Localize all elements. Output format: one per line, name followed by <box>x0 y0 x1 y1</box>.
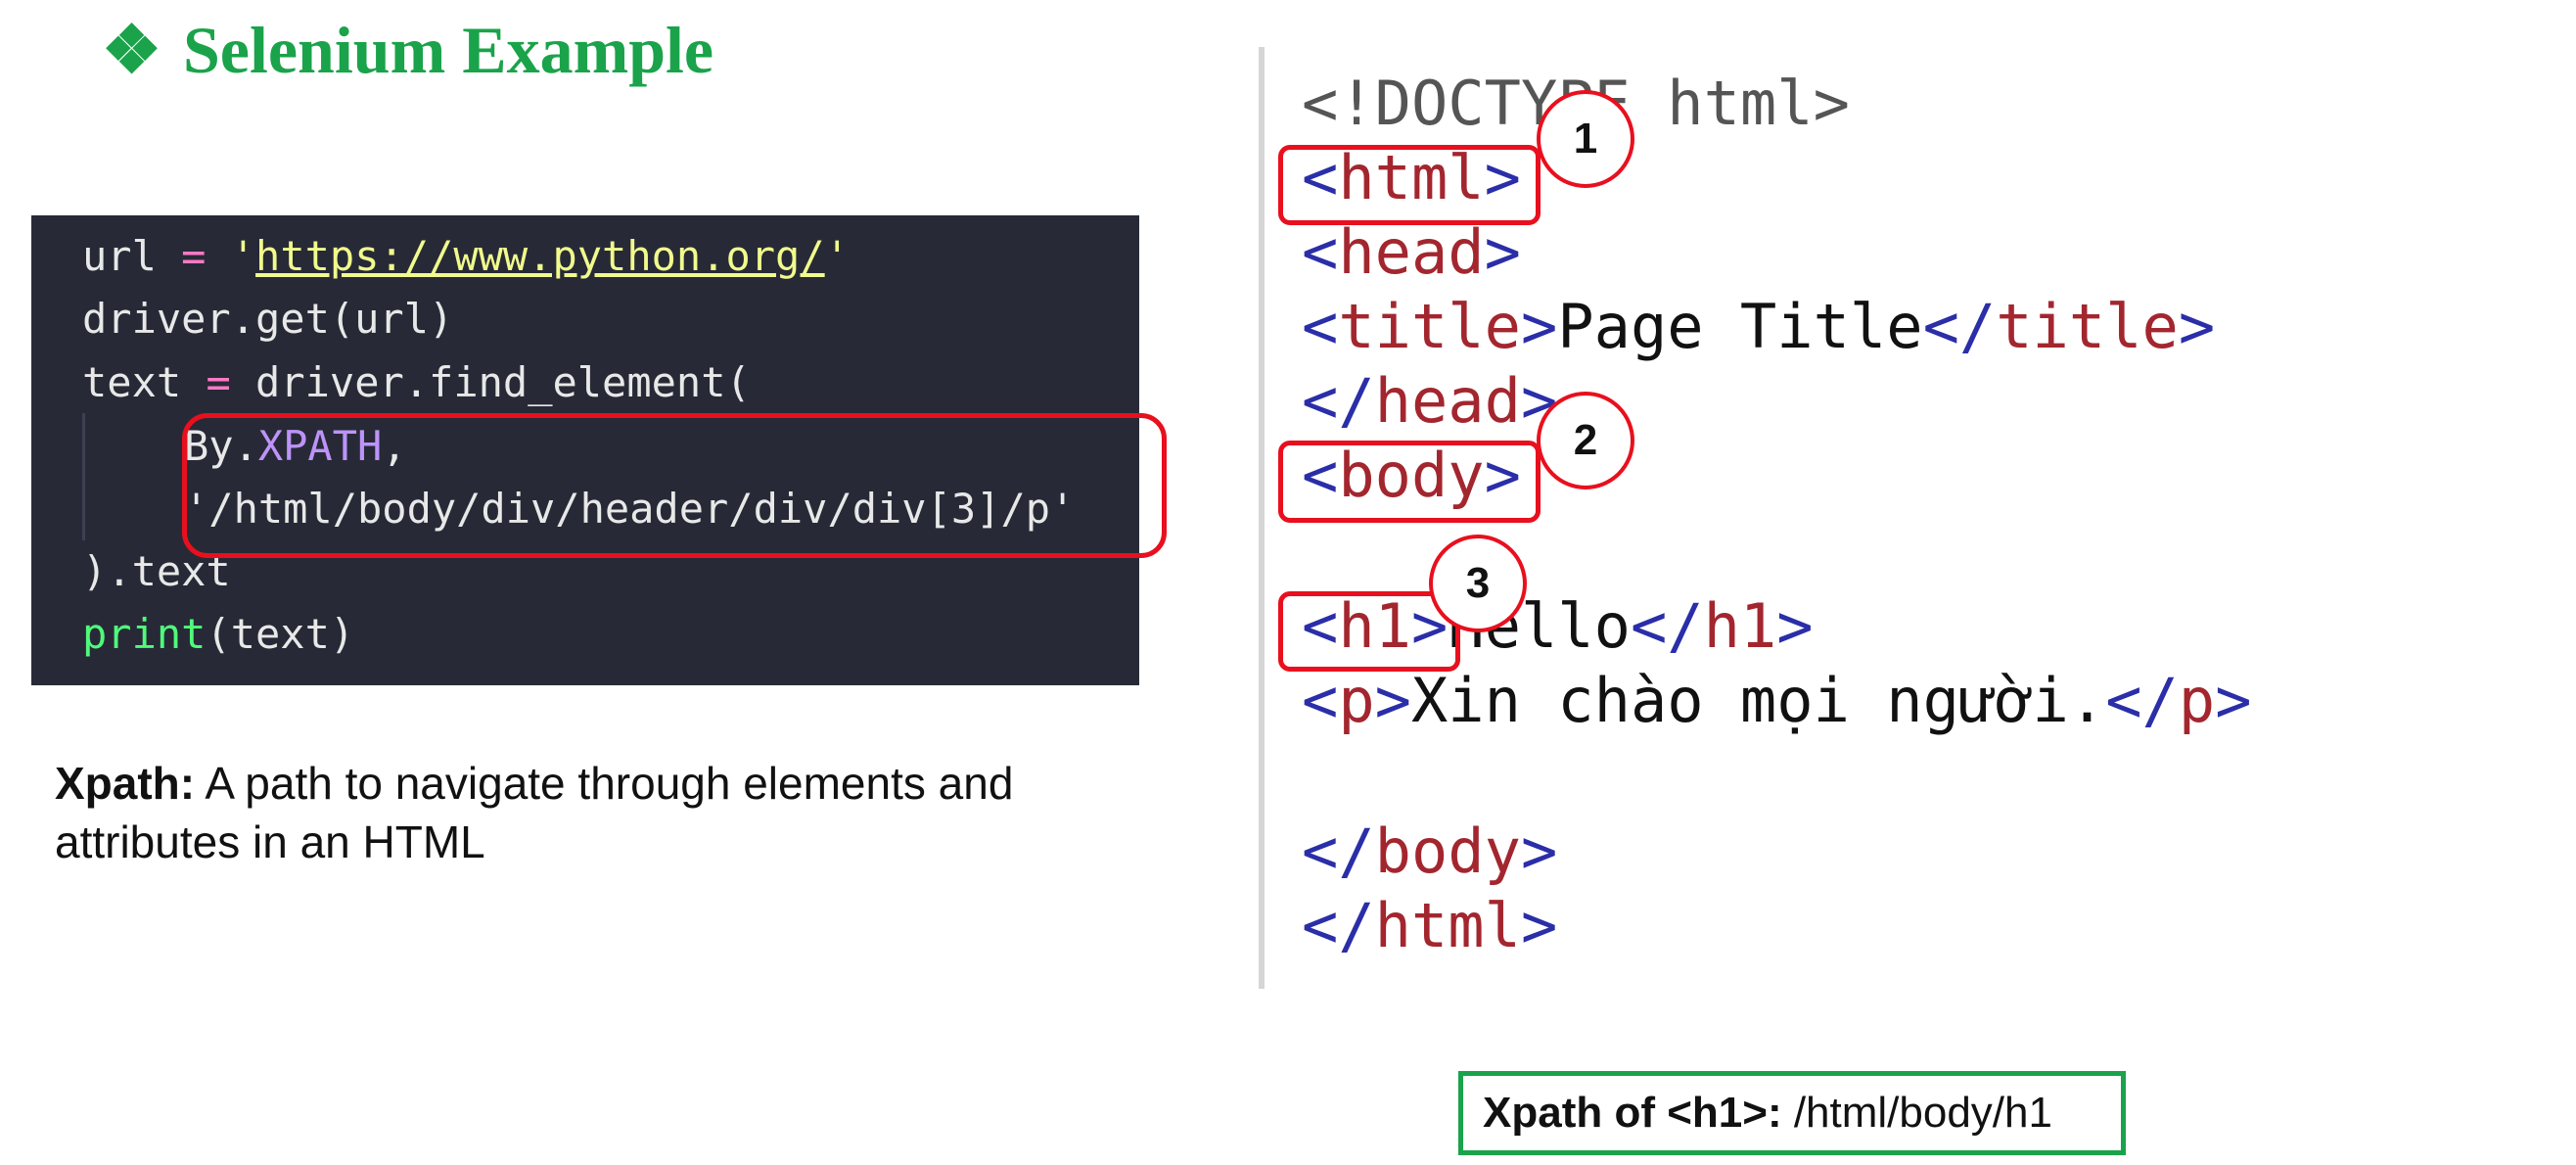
marker-2: 2 <box>1537 392 1634 489</box>
source-p-line: <p>Xin chào mọi người.</p> <box>1302 665 2252 736</box>
source-head-open: <head> <box>1302 216 1521 288</box>
xpath-answer-box: Xpath of <h1>: /html/body/h1 <box>1458 1071 2126 1155</box>
code-line-1: url = 'https://www.python.org/' <box>82 232 850 280</box>
xpath-description: Xpath: A path to navigate through elemen… <box>55 754 1151 871</box>
xpath-answer-label: Xpath of <h1>: <box>1483 1089 1782 1137</box>
python-code-panel: url = 'https://www.python.org/' driver.g… <box>31 215 1167 685</box>
diamond-bullet-icon: ❖ <box>102 13 161 87</box>
source-head-close: </head> <box>1302 365 1558 437</box>
source-body-close: </body> <box>1302 816 1558 887</box>
xpath-highlight-box <box>182 413 1167 558</box>
code-line-2: driver.get(url) <box>82 295 454 343</box>
code-url-link: https://www.python.org/ <box>255 232 825 280</box>
source-html-close: </html> <box>1302 890 1558 961</box>
body-tag-highlight-box <box>1278 441 1541 523</box>
indent-guide <box>82 413 85 540</box>
slide-title-text: Selenium Example <box>182 13 714 87</box>
source-title-line: <title>Page Title</title> <box>1302 291 2216 362</box>
marker-1: 1 <box>1537 90 1634 188</box>
code-line-3: text = driver.find_element( <box>82 358 751 406</box>
code-line-7: print(text) <box>82 610 355 658</box>
marker-3: 3 <box>1429 535 1527 632</box>
slide-title: ❖ Selenium Example <box>102 12 713 89</box>
xpath-description-text: A path to navigate through elements and … <box>55 758 1014 867</box>
xpath-answer-value: /html/body/h1 <box>1781 1089 2052 1137</box>
html-tag-highlight-box <box>1278 145 1541 225</box>
source-left-border <box>1259 47 1265 989</box>
xpath-description-label: Xpath: <box>55 758 196 809</box>
